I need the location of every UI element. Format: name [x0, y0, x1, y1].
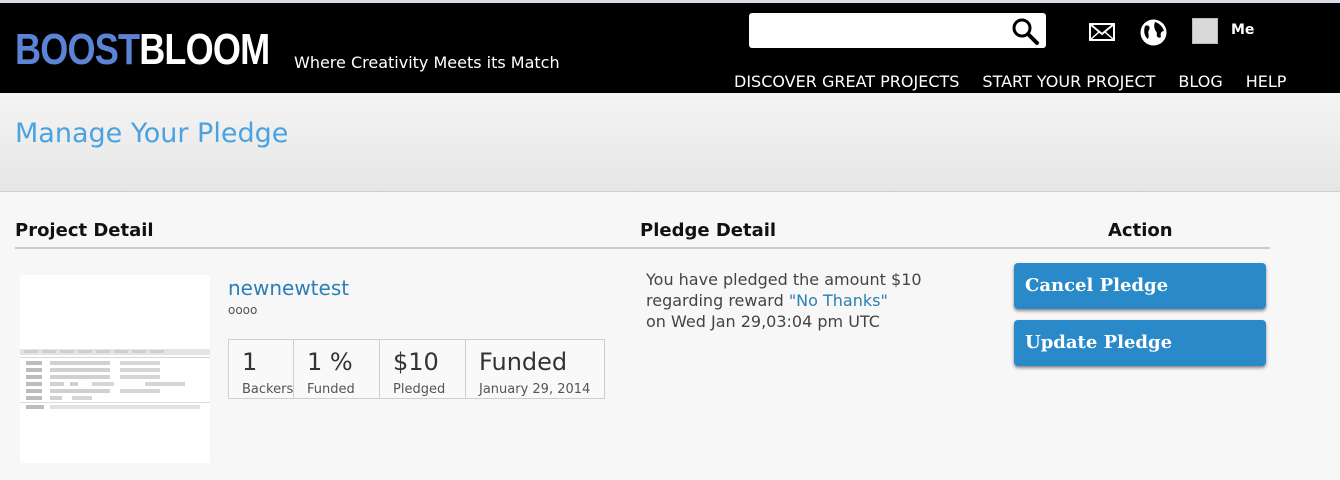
stat-value: $10 — [393, 348, 439, 376]
logo-boost: BOOST — [15, 25, 140, 74]
mail-icon[interactable] — [1088, 21, 1116, 43]
nav-blog[interactable]: BLOG — [1178, 71, 1222, 93]
title-band: Manage Your Pledge — [0, 93, 1340, 192]
avatar[interactable] — [1192, 18, 1218, 44]
project-name-link[interactable]: newnewtest — [228, 276, 349, 300]
pledge-detail: You have pledged the amount $10 regardin… — [646, 269, 922, 332]
main-nav: DISCOVER GREAT PROJECTS START YOUR PROJE… — [734, 71, 1309, 93]
column-header-action: Action — [1108, 220, 1173, 241]
pledge-reward-line: regarding reward "No Thanks" — [646, 290, 922, 311]
reward-link[interactable]: "No Thanks" — [789, 291, 888, 310]
stat-status: Funded January 29, 2014 — [466, 340, 604, 398]
nav-start-project[interactable]: START YOUR PROJECT — [982, 71, 1155, 93]
nav-help[interactable]: HELP — [1246, 71, 1287, 93]
stat-value: 1 % — [307, 348, 353, 376]
project-thumbnail[interactable] — [20, 275, 210, 463]
logo[interactable]: BOOSTBLOOM — [15, 25, 270, 74]
column-header-pledge: Pledge Detail — [640, 220, 777, 241]
stat-label: Backers — [242, 382, 294, 397]
stat-funded: 1 % Funded — [294, 340, 380, 398]
cancel-pledge-button[interactable]: Cancel Pledge — [1014, 263, 1266, 309]
stat-backers: 1 Backers — [229, 340, 294, 398]
logo-bloom: BLOOM — [139, 25, 270, 74]
tagline: Where Creativity Meets its Match — [294, 53, 560, 72]
project-subtitle: oooo — [228, 303, 258, 317]
stat-value: Funded — [479, 348, 568, 376]
search-icon[interactable] — [1010, 16, 1040, 46]
nav-discover[interactable]: DISCOVER GREAT PROJECTS — [734, 71, 959, 93]
pledge-date-line: on Wed Jan 29,03:04 pm UTC — [646, 312, 880, 331]
thumbnail-image — [20, 349, 210, 409]
column-header-project: Project Detail — [15, 220, 154, 241]
stat-pledged: $10 Pledged — [380, 340, 466, 398]
stat-label: January 29, 2014 — [479, 382, 591, 397]
top-header: BOOSTBLOOM Where Creativity Meets its Ma… — [0, 0, 1340, 93]
globe-icon[interactable] — [1139, 18, 1168, 47]
stat-label: Pledged — [393, 382, 446, 397]
stat-value: 1 — [242, 348, 258, 376]
header-divider — [15, 247, 1270, 249]
search-input[interactable] — [749, 13, 1046, 48]
stat-label: Funded — [307, 382, 355, 397]
pledge-amount-line: You have pledged the amount $10 — [646, 270, 922, 289]
update-pledge-button[interactable]: Update Pledge — [1014, 320, 1266, 366]
page-title: Manage Your Pledge — [15, 118, 289, 149]
user-menu-label[interactable]: Me — [1231, 22, 1254, 38]
project-stats: 1 Backers 1 % Funded $10 Pledged Funded … — [228, 339, 605, 399]
reward-prefix: regarding reward — [646, 291, 789, 310]
